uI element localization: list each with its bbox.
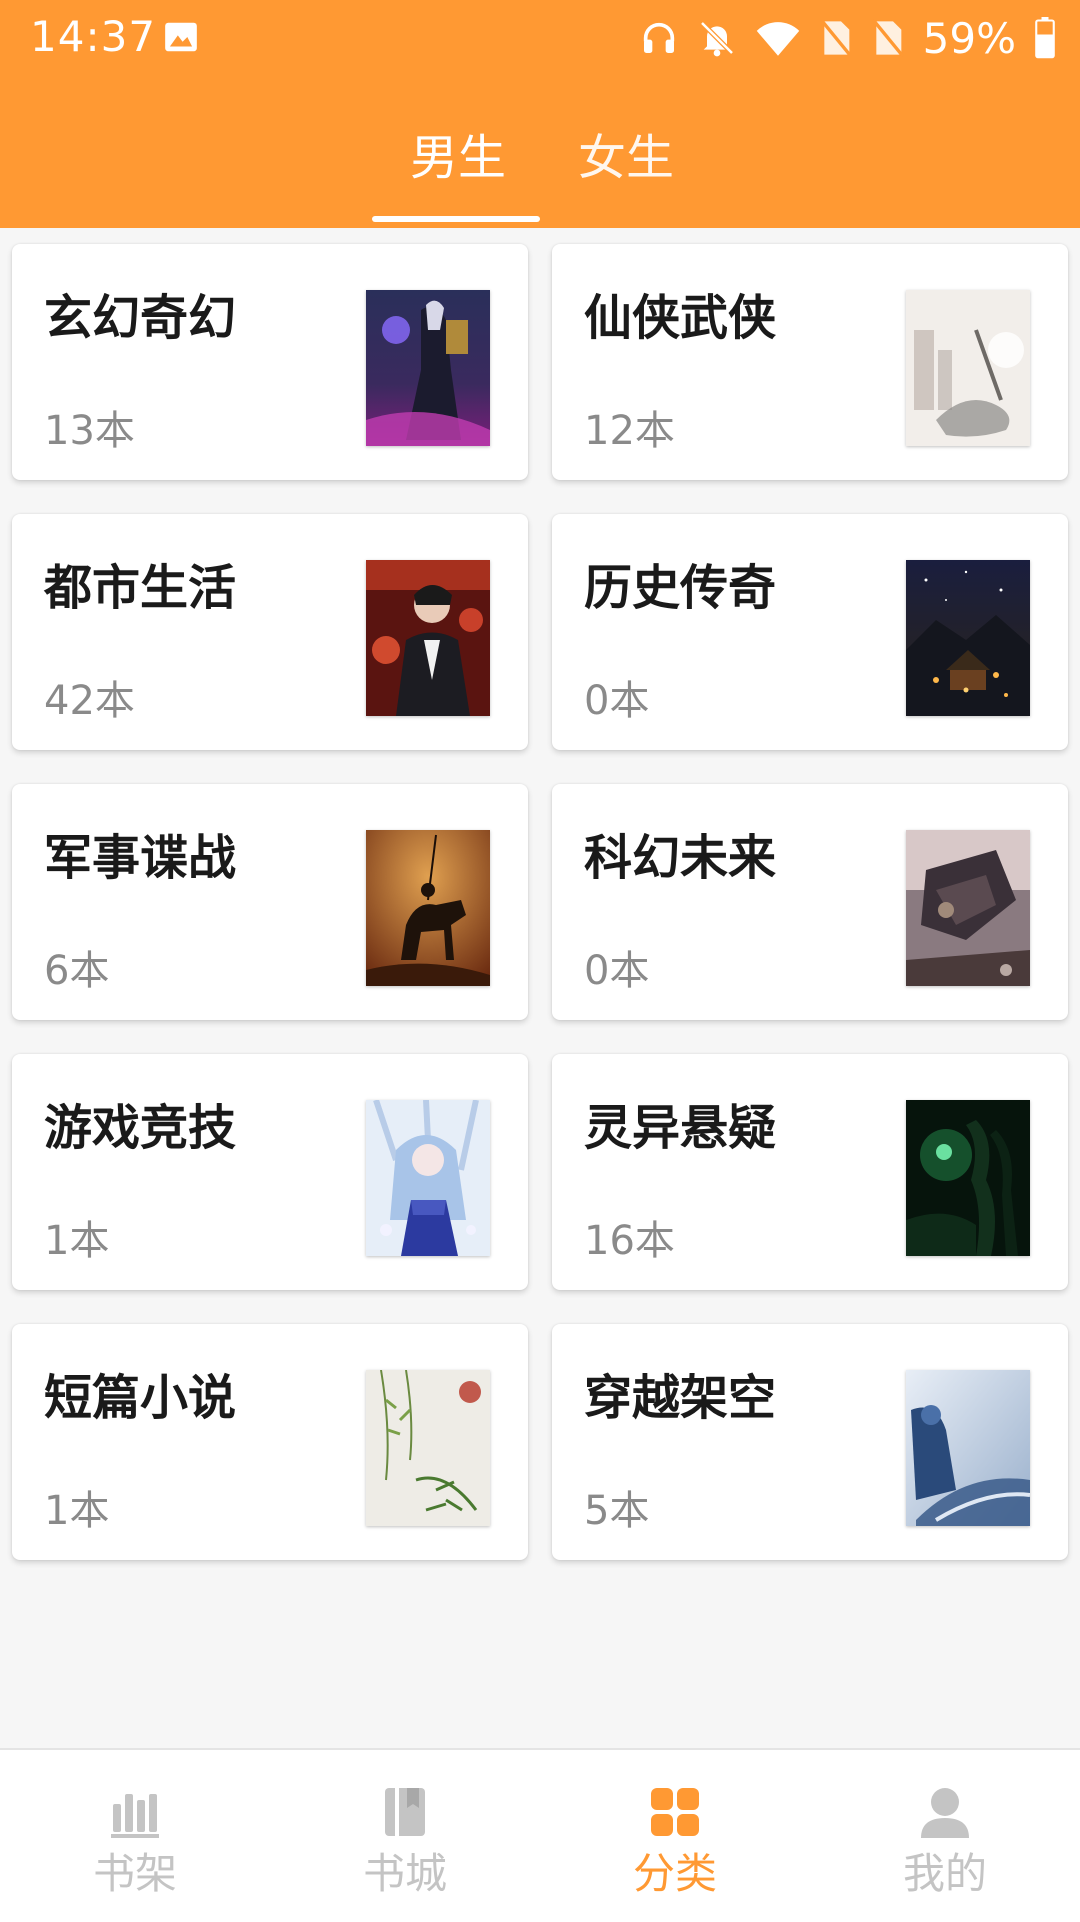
category-cover-image (366, 1370, 490, 1526)
wifi-icon (756, 22, 799, 56)
category-count: 1本 (44, 1488, 110, 1534)
gallery-icon (165, 22, 197, 52)
tab-female[interactable]: 女生 (578, 118, 674, 188)
category-count: 0本 (584, 948, 650, 994)
app-header: 14:37 59% 男生 女生 (0, 0, 1080, 228)
category-card-chuanyue[interactable]: 穿越架空 5本 (552, 1324, 1068, 1560)
headset-icon (643, 22, 674, 53)
tab-male[interactable]: 男生 (410, 118, 506, 188)
category-card-youxi[interactable]: 游戏竞技 1本 (12, 1054, 528, 1290)
battery-percent: 59% (922, 13, 1016, 63)
nav-bookstore[interactable]: 书城 (270, 1750, 540, 1922)
battery-icon (1035, 17, 1055, 59)
nav-label: 分类 (632, 1849, 717, 1898)
status-bar: 14:37 59% (0, 0, 1080, 76)
status-icons: 59% (639, 12, 1056, 64)
active-tab-indicator (372, 216, 540, 222)
status-time: 14:37 (30, 12, 157, 61)
no-sim-icon (819, 18, 852, 58)
category-title: 历史传奇 (584, 560, 777, 616)
category-title: 都市生活 (44, 560, 237, 616)
bookstore-icon (385, 1788, 425, 1836)
nav-category[interactable]: 分类 (540, 1750, 810, 1922)
category-card-dushi[interactable]: 都市生活 42本 (12, 514, 528, 750)
category-card-duanpian[interactable]: 短篇小说 1本 (12, 1324, 528, 1560)
category-count: 12本 (584, 408, 675, 454)
category-title: 穿越架空 (584, 1370, 777, 1426)
category-title: 游戏竞技 (44, 1100, 237, 1156)
category-title: 科幻未来 (584, 830, 777, 886)
category-count: 13本 (44, 408, 135, 454)
category-cover-image (906, 290, 1030, 446)
no-sim-icon (871, 18, 904, 58)
category-title: 灵异悬疑 (584, 1100, 777, 1156)
category-title: 军事谍战 (44, 830, 237, 886)
bell-off-icon (699, 21, 734, 57)
bookshelf-icon (111, 1794, 159, 1838)
category-count: 16本 (584, 1218, 675, 1264)
nav-label: 书城 (362, 1849, 447, 1898)
nav-label: 书架 (92, 1849, 177, 1898)
category-cover-image (366, 560, 490, 716)
category-card-kehuan[interactable]: 科幻未来 0本 (552, 784, 1068, 1020)
category-cover-image (906, 1370, 1030, 1526)
category-card-xianxia[interactable]: 仙侠武侠 12本 (552, 244, 1068, 480)
category-card-xuanhuan[interactable]: 玄幻奇幻 13本 (12, 244, 528, 480)
category-count: 6本 (44, 948, 110, 994)
category-title: 短篇小说 (44, 1370, 237, 1426)
category-cover-image (906, 560, 1030, 716)
category-card-junshi[interactable]: 军事谍战 6本 (12, 784, 528, 1020)
profile-icon (921, 1788, 969, 1838)
category-card-lishi[interactable]: 历史传奇 0本 (552, 514, 1068, 750)
category-cover-image (366, 290, 490, 446)
category-cover-image (366, 830, 490, 986)
category-title: 仙侠武侠 (584, 290, 777, 346)
category-grid: 玄幻奇幻 13本 仙侠武侠 12本 都市生活 42本 历史传奇 0本 军事谍战 … (0, 228, 1080, 1748)
category-grid-icon (651, 1788, 699, 1836)
category-card-lingyi[interactable]: 灵异悬疑 16本 (552, 1054, 1068, 1290)
category-count: 1本 (44, 1218, 110, 1264)
category-count: 5本 (584, 1488, 650, 1534)
category-cover-image (906, 1100, 1030, 1256)
category-count: 0本 (584, 678, 650, 724)
category-cover-image (366, 1100, 490, 1256)
category-cover-image (906, 830, 1030, 986)
category-count: 42本 (44, 678, 135, 724)
gender-tabs: 男生 女生 (0, 100, 1080, 228)
bottom-navigation: 书架 书城 分类 我的 (0, 1748, 1080, 1922)
nav-bookshelf[interactable]: 书架 (0, 1750, 270, 1922)
category-title: 玄幻奇幻 (44, 290, 237, 346)
nav-label: 我的 (902, 1849, 987, 1898)
nav-profile[interactable]: 我的 (810, 1750, 1080, 1922)
